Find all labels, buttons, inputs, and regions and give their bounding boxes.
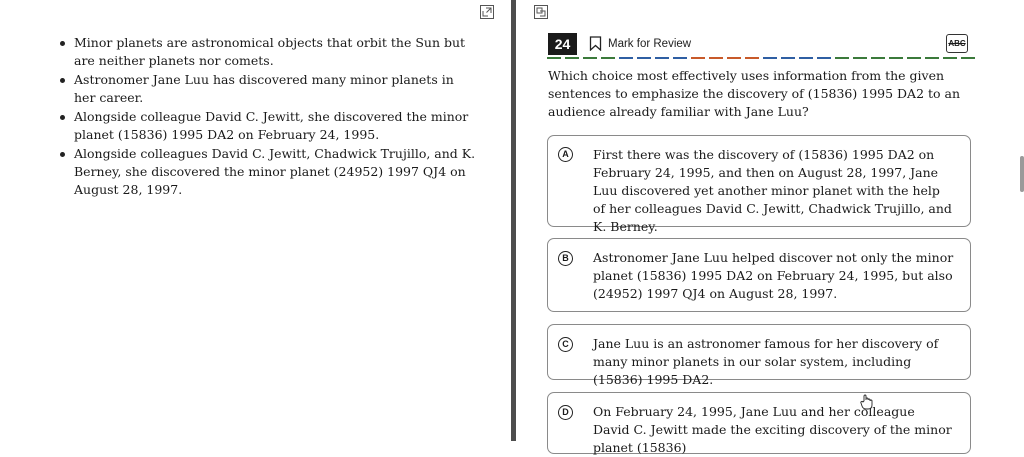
choice-letter: C bbox=[558, 337, 573, 352]
question-pane: 24 Mark for Review ABC Which choice most… bbox=[516, 0, 1024, 455]
collapse-icon bbox=[536, 7, 546, 17]
answer-choice-b[interactable]: B Astronomer Jane Luu helped discover no… bbox=[547, 238, 971, 312]
choice-text: First there was the discovery of (15836)… bbox=[593, 147, 952, 234]
passage-bullet: Alongside colleagues David C. Jewitt, Ch… bbox=[58, 145, 478, 199]
mark-for-review-button[interactable]: Mark for Review bbox=[589, 36, 691, 51]
choice-letter: B bbox=[558, 251, 573, 266]
expand-passage-button[interactable] bbox=[480, 5, 494, 19]
passage-bullet-list: Minor planets are astronomical objects t… bbox=[58, 34, 478, 200]
hand-cursor-icon bbox=[860, 394, 873, 410]
expand-question-button[interactable] bbox=[534, 5, 548, 19]
scrollbar-thumb[interactable] bbox=[1020, 156, 1024, 192]
choice-letter: D bbox=[558, 405, 573, 420]
passage-bullet: Astronomer Jane Luu has discovered many … bbox=[58, 71, 478, 107]
passage-bullet: Alongside colleague David C. Jewitt, she… bbox=[58, 108, 478, 144]
choice-text: On February 24, 1995, Jane Luu and her c… bbox=[593, 404, 952, 455]
passage-pane: Minor planets are astronomical objects t… bbox=[0, 0, 512, 441]
answer-choice-a[interactable]: A First there was the discovery of (1583… bbox=[547, 135, 971, 234]
answer-choice-c[interactable]: C Jane Luu is an astronomer famous for h… bbox=[547, 324, 971, 387]
question-stem: Which choice most effectively uses infor… bbox=[548, 68, 961, 119]
passage-bullet: Minor planets are astronomical objects t… bbox=[58, 34, 478, 70]
choice-letter: A bbox=[558, 147, 573, 162]
bookmark-icon bbox=[589, 36, 602, 51]
answer-choice-d[interactable]: D On February 24, 1995, Jane Luu and her… bbox=[547, 392, 971, 455]
abc-label: ABC bbox=[948, 39, 966, 48]
choice-text: Astronomer Jane Luu helped discover not … bbox=[593, 250, 954, 301]
header-dashed-rule bbox=[547, 57, 975, 59]
question-number: 24 bbox=[548, 33, 577, 55]
expand-icon bbox=[482, 7, 492, 17]
mark-for-review-label: Mark for Review bbox=[608, 37, 692, 50]
strikethrough-toggle-button[interactable]: ABC bbox=[946, 34, 968, 53]
choice-text: Jane Luu is an astronomer famous for her… bbox=[593, 336, 939, 387]
